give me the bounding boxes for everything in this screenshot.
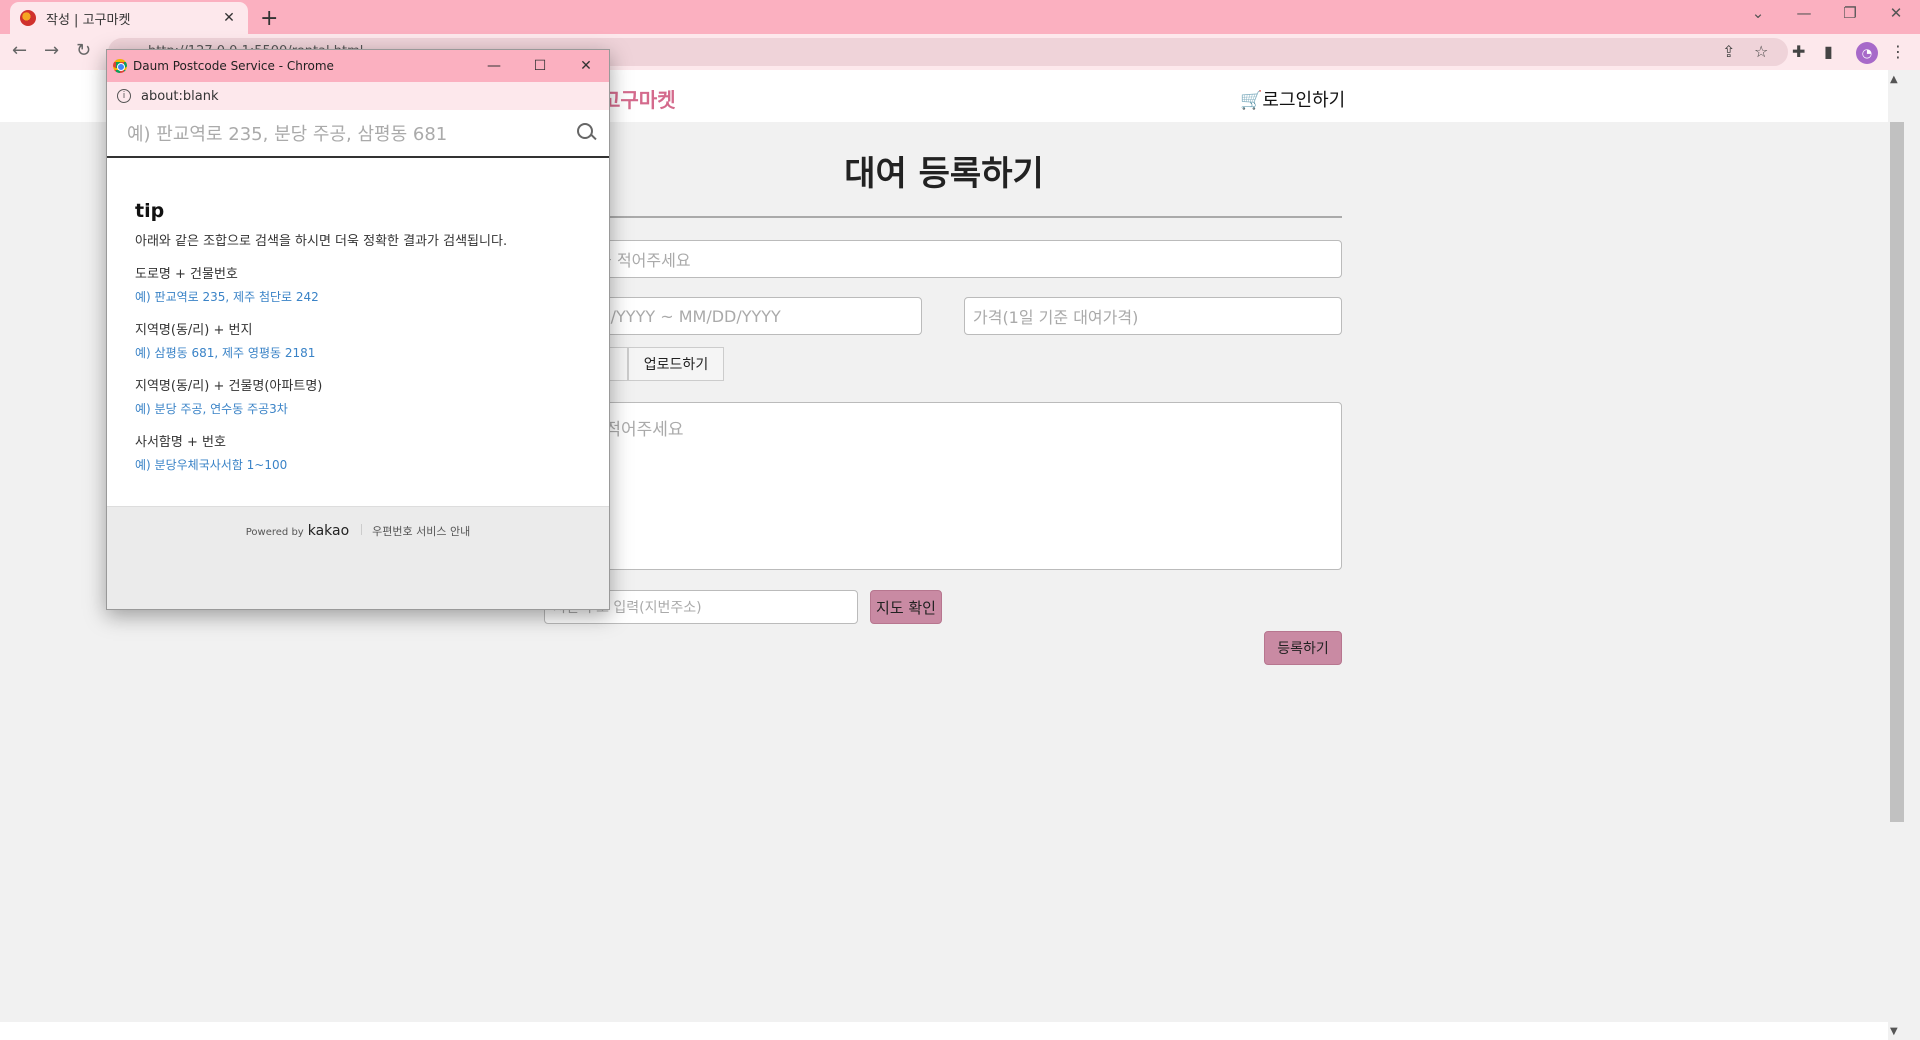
site-favicon-icon <box>20 10 36 26</box>
tip-section: tip 아래와 같은 조합으로 검색을 하시면 더욱 정확한 결과가 검색됩니다… <box>135 200 595 473</box>
footer-separator <box>361 524 363 535</box>
info-icon[interactable]: i <box>117 89 131 103</box>
new-tab-button[interactable]: + <box>260 6 278 31</box>
login-label: 로그인하기 <box>1262 90 1346 111</box>
chrome-icon <box>113 59 127 73</box>
tip-item-title: 도로명 + 건물번호 <box>135 267 238 282</box>
profile-avatar[interactable]: ◔ <box>1856 42 1878 64</box>
restore-icon[interactable]: ❐ <box>1828 4 1872 22</box>
search-icon[interactable] <box>571 118 601 148</box>
postcode-search-input[interactable]: 예) 판교역로 235, 분당 주공, 삼평동 681 <box>127 120 571 146</box>
postcode-popup-window: Daum Postcode Service - Chrome — ☐ ✕ i a… <box>106 49 610 610</box>
tab-close-icon[interactable]: ✕ <box>220 10 238 26</box>
popup-footer: Powered by kakao 우편번호 서비스 안내 <box>107 506 609 609</box>
browser-tabbar: 작성 | 고구마켓 ✕ + ⌄ — ❐ ✕ <box>0 0 1920 34</box>
tip-item-title: 지역명(동/리) + 건물명(아파트명) <box>135 379 323 394</box>
popup-titlebar[interactable]: Daum Postcode Service - Chrome — ☐ ✕ <box>107 50 609 82</box>
footer-row: Powered by kakao 우편번호 서비스 안내 <box>107 523 609 539</box>
title-divider <box>544 216 1342 218</box>
tip-item-example: 예) 삼평동 681, 제주 영평동 2181 <box>135 346 316 360</box>
browser-tab[interactable]: 작성 | 고구마켓 ✕ <box>10 2 248 34</box>
share-icon[interactable]: ⇪ <box>1722 42 1735 61</box>
tip-item-title: 지역명(동/리) + 번지 <box>135 323 253 338</box>
tab-search-icon[interactable]: ⌄ <box>1736 4 1780 22</box>
bookmark-star-icon[interactable]: ☆ <box>1754 42 1768 61</box>
tip-heading: tip <box>135 200 165 222</box>
site-logo[interactable]: 고구마켓 <box>602 84 676 113</box>
scroll-thumb[interactable] <box>1890 122 1904 822</box>
reload-icon[interactable]: ↻ <box>76 40 91 61</box>
tip-item-title: 사서함명 + 번호 <box>135 435 226 450</box>
side-panel-icon[interactable]: ▮ <box>1824 42 1833 61</box>
login-link[interactable]: 🛒로그인하기 <box>1240 86 1345 112</box>
popup-close-icon[interactable]: ✕ <box>563 58 609 74</box>
tip-item-example: 예) 판교역로 235, 제주 첨단로 242 <box>135 290 319 304</box>
menu-icon[interactable]: ⋮ <box>1890 42 1906 61</box>
tip-description: 아래와 같은 조합으로 검색을 하시면 더욱 정확한 결과가 검색됩니다. <box>135 234 508 249</box>
postcode-service-guide-link[interactable]: 우편번호 서비스 안내 <box>372 523 470 539</box>
back-icon[interactable]: ← <box>12 40 27 61</box>
close-window-icon[interactable]: ✕ <box>1874 4 1918 22</box>
price-input[interactable]: 가격(1일 기준 대여가격) <box>964 297 1342 335</box>
tip-item-example: 예) 분당 주공, 연수동 주공3차 <box>135 402 288 416</box>
popup-maximize-icon[interactable]: ☐ <box>517 58 563 74</box>
extensions-icon[interactable]: ✚ <box>1792 42 1805 61</box>
popup-window-title: Daum Postcode Service - Chrome <box>133 59 334 73</box>
popup-minimize-icon[interactable]: — <box>471 58 517 74</box>
tab-title: 작성 | 고구마켓 <box>46 12 131 28</box>
cart-icon: 🛒 <box>1240 90 1263 111</box>
popup-address-bar: i about:blank <box>107 82 609 110</box>
bottom-strip <box>0 1022 1888 1040</box>
submit-button[interactable]: 등록하기 <box>1264 631 1342 665</box>
tip-item-example: 예) 분당우체국사서함 1~100 <box>135 458 288 472</box>
scroll-down-icon[interactable]: ▼ <box>1890 1026 1898 1037</box>
powered-by-label: Powered by <box>245 527 304 538</box>
product-name-input[interactable]: 상품명을 적어주세요 <box>544 240 1342 278</box>
kakao-logo[interactable]: kakao <box>308 523 349 539</box>
postcode-search-bar: 예) 판교역로 235, 분당 주공, 삼평동 681 <box>107 110 609 158</box>
upload-button[interactable]: 업로드하기 <box>628 347 724 381</box>
scroll-up-icon[interactable]: ▲ <box>1890 74 1898 85</box>
minimize-icon[interactable]: — <box>1782 4 1826 22</box>
map-check-button[interactable]: 지도 확인 <box>870 590 942 624</box>
content-textarea[interactable]: 내용을 적어주세요 <box>544 402 1342 570</box>
popup-url-text: about:blank <box>141 88 219 104</box>
forward-icon[interactable]: → <box>44 40 59 61</box>
